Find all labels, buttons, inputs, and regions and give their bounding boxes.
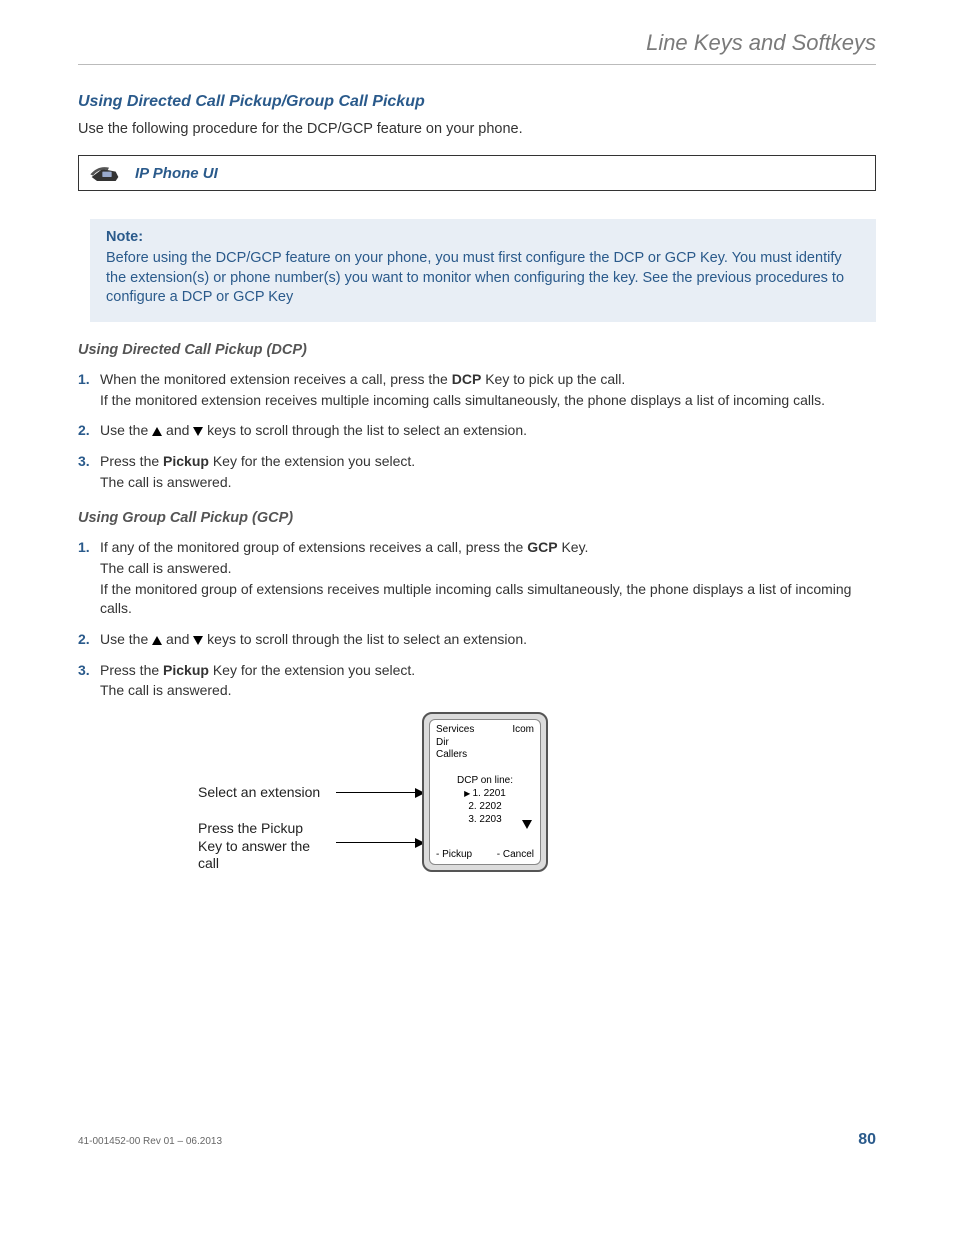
dcp-step3-post: Key for the extension you select. bbox=[209, 453, 415, 469]
note-title: Note: bbox=[106, 229, 860, 245]
dcp-step3-bold: Pickup bbox=[163, 453, 209, 469]
dcp-heading: Using Directed Call Pickup (DCP) bbox=[78, 342, 876, 358]
dcp-step-3: Press the Pickup Key for the extension y… bbox=[78, 452, 876, 492]
page-number: 80 bbox=[858, 1131, 876, 1149]
gcp-step1-bold: GCP bbox=[527, 539, 557, 555]
page-footer: 41-001452-00 Rev 01 – 06.2013 80 bbox=[78, 1131, 876, 1149]
gcp-step3-pre: Press the bbox=[100, 662, 163, 678]
phone-screen-inner: Services Dir Callers Icom DCP on line: 1… bbox=[429, 719, 541, 865]
diagram-label-pickup: Press the Pickup Key to answer the call bbox=[198, 820, 328, 873]
footer-rev: 41-001452-00 Rev 01 – 06.2013 bbox=[78, 1136, 222, 1147]
gcp-step1-sub1: The call is answered. bbox=[100, 559, 876, 578]
dcp-step-2: Use the and keys to scroll through the l… bbox=[78, 421, 876, 440]
down-arrow-icon bbox=[193, 427, 203, 436]
dcp-step-1: When the monitored extension receives a … bbox=[78, 370, 876, 410]
gcp-step3-sub: The call is answered. bbox=[100, 681, 876, 700]
up-arrow-icon bbox=[152, 636, 162, 645]
phone-screen: Services Dir Callers Icom DCP on line: 1… bbox=[422, 712, 548, 872]
ip-phone-ui-label: IP Phone UI bbox=[135, 165, 218, 182]
dcp-step3-pre: Press the bbox=[100, 453, 163, 469]
dcp-step2-post: keys to scroll through the list to selec… bbox=[203, 422, 527, 438]
dcp-step1-pre: When the monitored extension receives a … bbox=[100, 371, 452, 387]
note-body: Before using the DCP/GCP feature on your… bbox=[106, 249, 860, 308]
screen-ext-2: 2. 2202 bbox=[430, 800, 540, 813]
ip-phone-ui-box: IP Phone UI bbox=[78, 155, 876, 191]
arrow-icon bbox=[336, 842, 424, 843]
dcp-steps: When the monitored extension receives a … bbox=[78, 370, 876, 492]
dcp-step3-sub: The call is answered. bbox=[100, 473, 876, 492]
dcp-step2-pre: Use the bbox=[100, 422, 152, 438]
gcp-step2-post: keys to scroll through the list to selec… bbox=[203, 631, 527, 647]
screen-services: Services bbox=[436, 724, 474, 737]
down-arrow-icon bbox=[193, 636, 203, 645]
gcp-step-3: Press the Pickup Key for the extension y… bbox=[78, 661, 876, 701]
gcp-step1-pre: If any of the monitored group of extensi… bbox=[100, 539, 527, 555]
screen-dcp-title: DCP on line: bbox=[430, 774, 540, 787]
gcp-step3-post: Key for the extension you select. bbox=[209, 662, 415, 678]
gcp-step1-sub2: If the monitored group of extensions rec… bbox=[100, 580, 876, 618]
header-title: Line Keys and Softkeys bbox=[78, 30, 876, 64]
header-rule bbox=[78, 64, 876, 65]
dcp-step1-bold: DCP bbox=[452, 371, 482, 387]
screen-dir: Dir bbox=[436, 737, 474, 750]
section-heading: Using Directed Call Pickup/Group Call Pi… bbox=[78, 93, 876, 111]
screen-mid: DCP on line: 1. 2201 2. 2202 3. 2203 bbox=[430, 774, 540, 826]
phone-icon bbox=[89, 162, 121, 184]
diagram-label-select: Select an extension bbox=[198, 784, 320, 802]
down-arrow-icon bbox=[522, 820, 532, 829]
screen-ext-1: 1. 2201 bbox=[430, 787, 540, 800]
screen-callers: Callers bbox=[436, 749, 474, 762]
gcp-step3-bold: Pickup bbox=[163, 662, 209, 678]
gcp-step2-pre: Use the bbox=[100, 631, 152, 647]
screen-icom: Icom bbox=[512, 724, 534, 735]
dcp-step1-post: Key to pick up the call. bbox=[481, 371, 625, 387]
screen-pickup-softkey: - Pickup bbox=[436, 849, 472, 860]
screen-top-left: Services Dir Callers bbox=[436, 724, 474, 762]
gcp-step2-mid: and bbox=[162, 631, 193, 647]
arrow-icon bbox=[336, 792, 424, 793]
screen-cancel-softkey: - Cancel bbox=[497, 849, 534, 860]
dcp-step2-mid: and bbox=[162, 422, 193, 438]
gcp-step1-post: Key. bbox=[558, 539, 589, 555]
gcp-steps: If any of the monitored group of extensi… bbox=[78, 538, 876, 700]
phone-diagram: Select an extension Press the Pickup Key… bbox=[198, 712, 738, 892]
note-box: Note: Before using the DCP/GCP feature o… bbox=[90, 219, 876, 322]
gcp-heading: Using Group Call Pickup (GCP) bbox=[78, 510, 876, 526]
gcp-step-1: If any of the monitored group of extensi… bbox=[78, 538, 876, 618]
dcp-step1-sub: If the monitored extension receives mult… bbox=[100, 391, 876, 410]
up-arrow-icon bbox=[152, 427, 162, 436]
section-intro: Use the following procedure for the DCP/… bbox=[78, 121, 876, 137]
gcp-step-2: Use the and keys to scroll through the l… bbox=[78, 630, 876, 649]
